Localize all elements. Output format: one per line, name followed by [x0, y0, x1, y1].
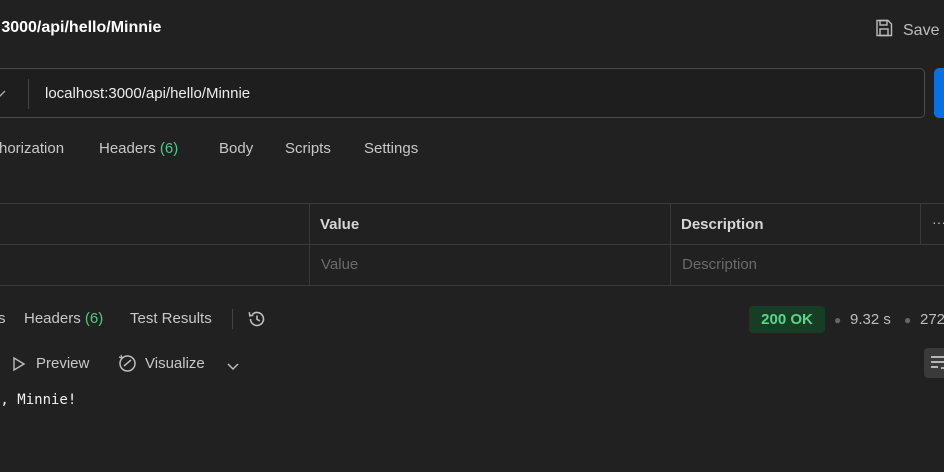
value-input[interactable]: Value [321, 256, 358, 273]
response-time: 9.32 s [850, 311, 891, 328]
url-input[interactable]: localhost:3000/api/hello/Minnie [45, 85, 250, 102]
preview-button[interactable]: Preview [36, 355, 89, 372]
visualize-button[interactable]: Visualize [145, 355, 205, 372]
table-col-divider [920, 203, 921, 244]
save-icon [874, 18, 894, 43]
tab-settings[interactable]: Settings [364, 140, 418, 157]
meta-separator: ● [834, 313, 842, 327]
tab-authorization[interactable]: horization [0, 140, 64, 157]
play-icon [12, 356, 26, 377]
meta-separator: ● [904, 313, 912, 327]
description-input[interactable]: Description [682, 256, 757, 273]
chevron-down-icon[interactable] [0, 86, 6, 104]
table-col-divider [670, 203, 671, 285]
table-border-bottom [0, 285, 944, 286]
tab-test-results[interactable]: Test Results [130, 310, 212, 327]
history-icon[interactable] [246, 308, 268, 335]
tab-headers-count: (6) [159, 140, 179, 157]
status-badge: 200 OK [749, 306, 825, 333]
save-label: Save [903, 21, 940, 39]
tab-headers-label: Headers [99, 140, 156, 157]
response-tabs-separator [232, 309, 233, 329]
visualize-icon [117, 353, 138, 379]
send-button[interactable] [934, 68, 944, 118]
table-border-top [0, 203, 944, 204]
app-window: :3000/api/hello/Minnie Save localhost:30… [0, 0, 944, 472]
response-body: o, Minnie! [0, 392, 77, 408]
tab-body[interactable]: Body [219, 140, 253, 157]
table-header-description: Description [681, 216, 764, 233]
tab-response-body[interactable]: s [0, 310, 6, 327]
table-col-divider [309, 203, 310, 285]
tab-headers[interactable]: Headers (6) [99, 140, 178, 157]
wrap-lines-button[interactable] [924, 348, 944, 378]
chevron-down-icon[interactable] [227, 359, 239, 377]
url-divider [28, 79, 29, 109]
tab-response-headers-label: Headers [24, 310, 81, 327]
response-size: 272 [920, 311, 944, 328]
tab-response-headers-count: (6) [84, 310, 104, 327]
request-title: :3000/api/hello/Minnie [0, 19, 162, 36]
tab-scripts[interactable]: Scripts [285, 140, 331, 157]
more-options-icon[interactable]: ··· [932, 214, 944, 230]
table-header-value: Value [320, 216, 360, 233]
tab-response-headers[interactable]: Headers (6) [24, 310, 103, 327]
save-button[interactable]: Save [874, 18, 939, 43]
table-border-mid [0, 244, 944, 245]
